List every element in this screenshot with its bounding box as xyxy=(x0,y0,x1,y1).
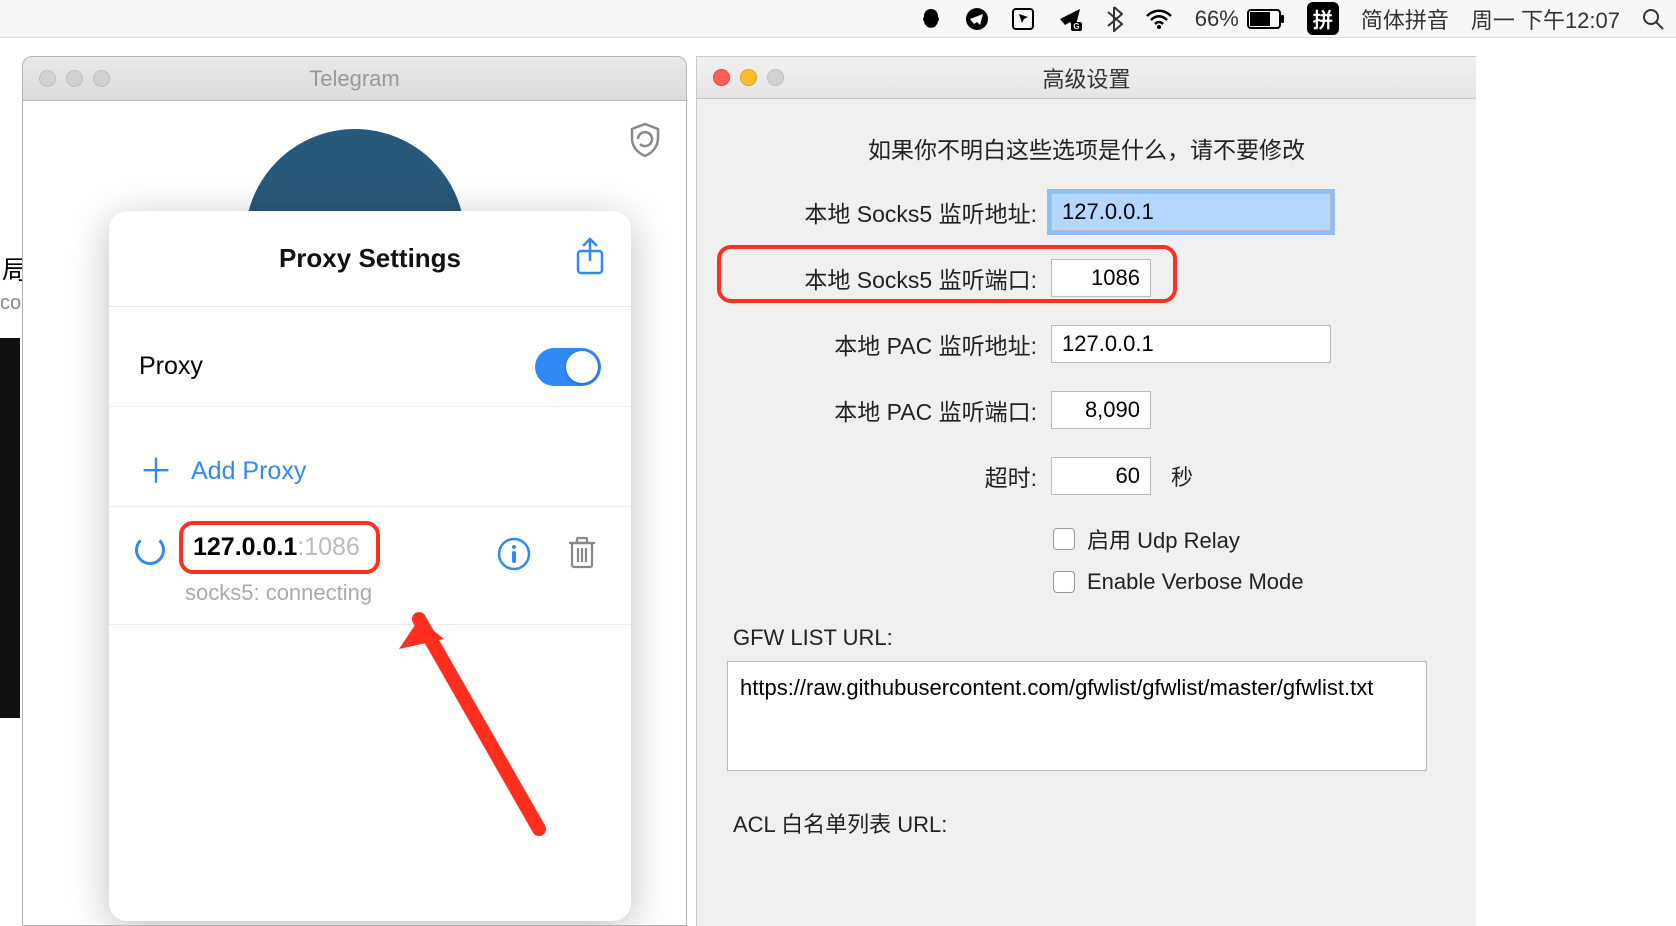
acl-url-label: ACL 白名单列表 URL: xyxy=(733,807,1446,839)
pac-port-label: 本地 PAC 监听端口: xyxy=(727,393,1037,427)
pac-port-input[interactable] xyxy=(1051,391,1151,429)
proxy-ip: 127.0.0.1 xyxy=(193,533,297,561)
connecting-spinner-icon xyxy=(135,535,165,565)
battery-percent-text: 66% xyxy=(1195,6,1239,32)
background-window-fragment: 局 co xyxy=(0,250,20,720)
svg-text:G: G xyxy=(1073,22,1079,31)
timeout-label: 超时: xyxy=(727,459,1037,493)
battery-status[interactable]: 66% xyxy=(1195,6,1285,32)
pac-addr-row: 本地 PAC 监听地址: xyxy=(727,325,1446,363)
proxy-label: Proxy xyxy=(139,352,203,381)
bluetooth-icon[interactable] xyxy=(1105,6,1123,32)
udp-relay-row[interactable]: 启用 Udp Relay xyxy=(1053,523,1446,555)
socks5-addr-input[interactable] xyxy=(1051,193,1331,231)
mac-menubar: G 66% 拼 简体拼音 周一 下午12:07 xyxy=(0,0,1676,38)
timeout-row: 超时: 秒 xyxy=(727,457,1446,495)
proxy-toggle-switch[interactable] xyxy=(535,348,601,386)
ime-name[interactable]: 简体拼音 xyxy=(1361,3,1449,35)
proxy-popup-title: Proxy Settings xyxy=(279,243,461,274)
proxy-settings-popup: Proxy Settings Proxy ＋ Add Proxy 127.0.0… xyxy=(109,211,631,921)
share-icon[interactable] xyxy=(573,237,607,282)
proxy-address-highlight: 127.0.0.1:1086 xyxy=(179,521,380,574)
add-proxy-label: Add Proxy xyxy=(191,457,306,486)
shield-icon[interactable] xyxy=(628,121,662,164)
proxy-toggle-row: Proxy xyxy=(109,327,631,407)
warning-text: 如果你不明白这些选项是什么，请不要修改 xyxy=(727,131,1446,165)
verbose-checkbox[interactable] xyxy=(1053,571,1075,593)
telegram-window: Telegram Proxy Settings Proxy ＋ Add Prox… xyxy=(22,56,687,926)
socks5-port-row: 本地 Socks5 监听端口: xyxy=(727,259,1446,297)
qq-icon[interactable] xyxy=(919,7,943,31)
socks5-port-label: 本地 Socks5 监听端口: xyxy=(727,261,1037,295)
ime-badge[interactable]: 拼 xyxy=(1307,2,1339,35)
udp-relay-label: 启用 Udp Relay xyxy=(1087,523,1240,555)
clock-text[interactable]: 周一 下午12:07 xyxy=(1471,3,1620,35)
pac-addr-input[interactable] xyxy=(1051,325,1331,363)
advanced-titlebar[interactable]: 高级设置 xyxy=(697,57,1476,99)
timeout-unit: 秒 xyxy=(1171,460,1193,492)
verbose-row[interactable]: Enable Verbose Mode xyxy=(1053,569,1446,595)
telegram-window-title: Telegram xyxy=(23,66,686,92)
spotlight-icon[interactable] xyxy=(1642,8,1664,30)
gfw-url-label: GFW LIST URL: xyxy=(733,625,1446,651)
send-g-icon[interactable]: G xyxy=(1057,6,1083,32)
advanced-window-title: 高级设置 xyxy=(697,62,1476,94)
proxy-list-item[interactable]: 127.0.0.1:1086 socks5: connecting xyxy=(109,507,631,625)
socks5-addr-label: 本地 Socks5 监听地址: xyxy=(727,195,1037,229)
cursor-box-icon[interactable] xyxy=(1011,7,1035,31)
gfw-url-textarea[interactable] xyxy=(727,661,1427,771)
proxy-status-text: socks5: connecting xyxy=(185,580,601,606)
plus-icon: ＋ xyxy=(139,455,173,489)
wifi-icon[interactable] xyxy=(1145,8,1173,30)
telegram-titlebar[interactable]: Telegram xyxy=(23,57,686,101)
advanced-settings-window: 高级设置 如果你不明白这些选项是什么，请不要修改 本地 Socks5 监听地址:… xyxy=(696,56,1476,926)
proxy-popup-header: Proxy Settings xyxy=(109,211,631,307)
telegram-tray-icon[interactable] xyxy=(965,7,989,31)
proxy-port: :1086 xyxy=(297,533,360,561)
info-icon[interactable] xyxy=(497,537,531,576)
socks5-port-input[interactable] xyxy=(1051,259,1151,297)
pac-addr-label: 本地 PAC 监听地址: xyxy=(727,327,1037,361)
udp-relay-checkbox[interactable] xyxy=(1053,528,1075,550)
verbose-label: Enable Verbose Mode xyxy=(1087,569,1304,595)
trash-icon[interactable] xyxy=(567,535,597,576)
socks5-addr-row: 本地 Socks5 监听地址: xyxy=(727,193,1446,231)
add-proxy-button[interactable]: ＋ Add Proxy xyxy=(109,437,631,507)
timeout-input[interactable] xyxy=(1051,457,1151,495)
pac-port-row: 本地 PAC 监听端口: xyxy=(727,391,1446,429)
